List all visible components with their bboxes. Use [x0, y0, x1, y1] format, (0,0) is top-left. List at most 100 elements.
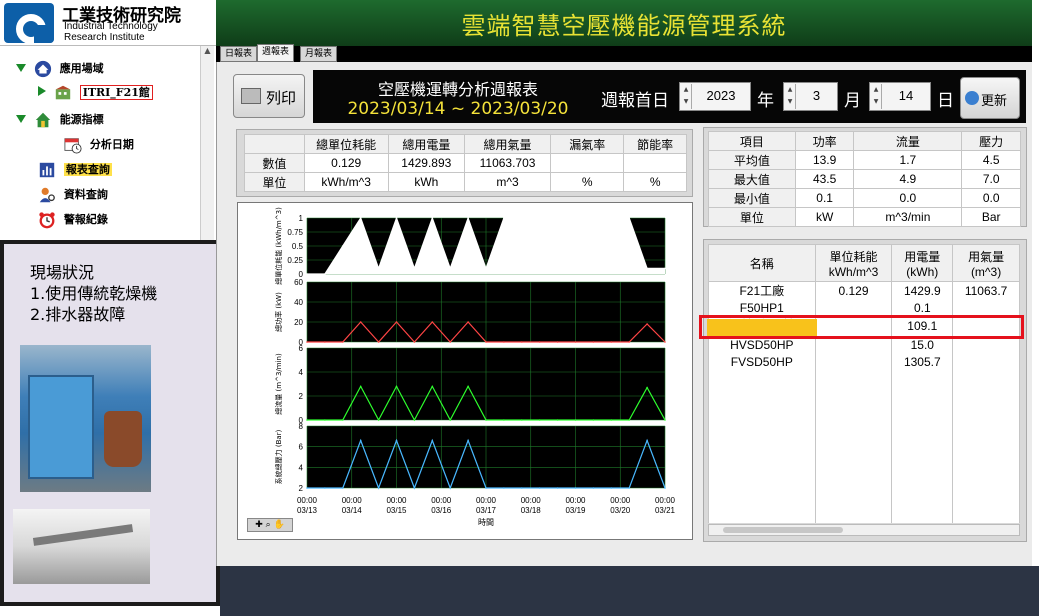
- alarm-clock-icon: [39, 212, 55, 229]
- plant-value-cell: 1429.9: [891, 281, 954, 299]
- data-point: [503, 341, 505, 343]
- table-row: F21工廠 0.129 1429.9 11063.7: [708, 281, 1020, 299]
- plant-empty-cell: [952, 455, 1020, 472]
- y-tick-label: 6: [299, 344, 304, 353]
- drain-photo: [13, 509, 150, 584]
- plant-value-cell: [814, 299, 893, 316]
- table-row: 單位 kWh/m^3 kWh m^3%%: [244, 172, 687, 192]
- data-point: [359, 217, 362, 219]
- year-value[interactable]: 2023: [692, 88, 750, 103]
- expand-arrow-icon[interactable]: [16, 115, 26, 123]
- summary-value-cell: m^3: [463, 172, 552, 192]
- y-tick-label: 1: [299, 214, 304, 223]
- data-point: [485, 341, 487, 343]
- data-point: [521, 487, 523, 489]
- print-button[interactable]: 列印: [233, 74, 305, 118]
- x-tick-date: 03/17: [476, 506, 497, 515]
- data-point: [342, 487, 344, 489]
- table-row: 平均值 13.9 1.7 4.5: [708, 150, 1021, 170]
- summary-header-cell: 總用氣量: [463, 134, 552, 154]
- stats-row-label: 平均值: [708, 150, 796, 170]
- nav-item-itri-f21[interactable]: ITRI_F21館: [38, 84, 153, 102]
- data-point: [664, 487, 666, 489]
- dryer-row-annotation-box: [699, 315, 1024, 339]
- plant-empty-cell: [708, 438, 816, 455]
- report-header: 空壓機運轉分析週報表 2023/03/14 ~ 2023/03/20 週報首日 …: [313, 70, 1026, 123]
- plant-empty-cell: [708, 404, 816, 421]
- plant-empty-cell: [891, 455, 954, 472]
- month-stepper[interactable]: ▲ ▼ 3: [783, 82, 838, 111]
- month-value[interactable]: 3: [796, 88, 837, 103]
- data-point: [556, 341, 559, 343]
- nav-item-report-query[interactable]: 報表查詢: [34, 161, 112, 179]
- data-point: [592, 217, 595, 219]
- scrollbar-thumb[interactable]: [723, 527, 843, 533]
- plant-empty-cell: [814, 506, 893, 523]
- data-point: [324, 273, 326, 275]
- plant-empty-cell: [708, 421, 816, 438]
- data-point: [449, 487, 451, 489]
- data-point: [449, 267, 451, 270]
- plant-value-cell: [952, 299, 1020, 316]
- week-start-label: 週報首日: [601, 91, 669, 111]
- nav-item-energy-index[interactable]: 能源指標: [16, 111, 104, 129]
- site-status-item: 1.使用傳統乾燥機: [30, 284, 158, 303]
- nav-item-analysis-date[interactable]: 分析日期: [60, 136, 134, 154]
- data-point: [413, 487, 416, 489]
- data-point: [395, 321, 398, 323]
- summary-header-cell: 節能率: [623, 134, 687, 154]
- stats-value-cell: 1.7: [853, 150, 963, 170]
- data-point: [306, 419, 308, 421]
- stepper-arrows-icon[interactable]: ▲ ▼: [681, 84, 692, 109]
- data-point: [628, 419, 630, 421]
- stepper-arrows-icon[interactable]: ▲ ▼: [785, 84, 796, 109]
- chart-tool-palette[interactable]: ✚ ⌕ ✋: [247, 518, 293, 532]
- y-tick-label: 6: [299, 443, 304, 452]
- data-point: [556, 487, 559, 489]
- nav-item-application-site[interactable]: 應用場域: [16, 60, 104, 78]
- tab-monthly-report[interactable]: 月報表: [300, 46, 338, 62]
- plant-empty-cell: [708, 506, 816, 523]
- nav-item-alarm-log[interactable]: 警報紀錄: [34, 211, 108, 229]
- data-point: [664, 341, 666, 343]
- data-point: [574, 487, 577, 489]
- data-point: [324, 341, 326, 343]
- data-point: [306, 273, 308, 275]
- expand-arrow-icon[interactable]: [16, 64, 26, 72]
- day-stepper[interactable]: ▲ ▼ 14: [869, 82, 931, 111]
- data-point: [431, 385, 434, 388]
- day-value[interactable]: 14: [882, 88, 930, 103]
- summary-value-cell: 1429.893: [387, 153, 465, 173]
- data-point: [413, 341, 416, 343]
- refresh-button[interactable]: 更新: [960, 77, 1020, 119]
- data-point: [574, 341, 577, 343]
- plant-empty-cell: [891, 506, 954, 523]
- x-tick-date: 03/19: [565, 506, 586, 515]
- year-stepper[interactable]: ▲ ▼ 2023: [679, 82, 751, 111]
- nav-scrollbar[interactable]: ▲: [200, 46, 214, 240]
- collapse-arrow-icon[interactable]: [38, 86, 46, 96]
- tab-weekly-report[interactable]: 週報表: [257, 44, 295, 62]
- table-row: [708, 370, 1020, 387]
- x-tick-date: 03/14: [342, 506, 363, 515]
- itri-logo-icon: [4, 3, 54, 43]
- plant-table-scrollbar[interactable]: [708, 524, 1020, 536]
- y-tick-label: 8: [299, 422, 304, 431]
- summary-value-cell: %: [550, 172, 625, 192]
- tab-daily-report[interactable]: 日報表: [220, 46, 258, 62]
- plant-empty-cell: [708, 455, 816, 472]
- nav-item-data-query[interactable]: 資料查詢: [34, 186, 108, 204]
- plant-empty-cell: [952, 404, 1020, 421]
- data-point: [628, 217, 630, 219]
- x-tick-date: 03/21: [655, 506, 676, 515]
- plant-empty-cell: [814, 370, 893, 387]
- report-date-range: 2023/03/14 ~ 2023/03/20: [347, 99, 569, 119]
- stats-header-cell: 功率: [794, 131, 855, 151]
- stats-header-cell: 壓力: [961, 131, 1021, 151]
- data-point: [485, 419, 487, 421]
- logo-name-en-2: Research Institute: [64, 32, 145, 43]
- stepper-arrows-icon[interactable]: ▲ ▼: [871, 84, 882, 109]
- table-row: [708, 404, 1020, 421]
- data-point: [467, 217, 469, 219]
- plant-header-text: 單位耗能: [829, 249, 878, 264]
